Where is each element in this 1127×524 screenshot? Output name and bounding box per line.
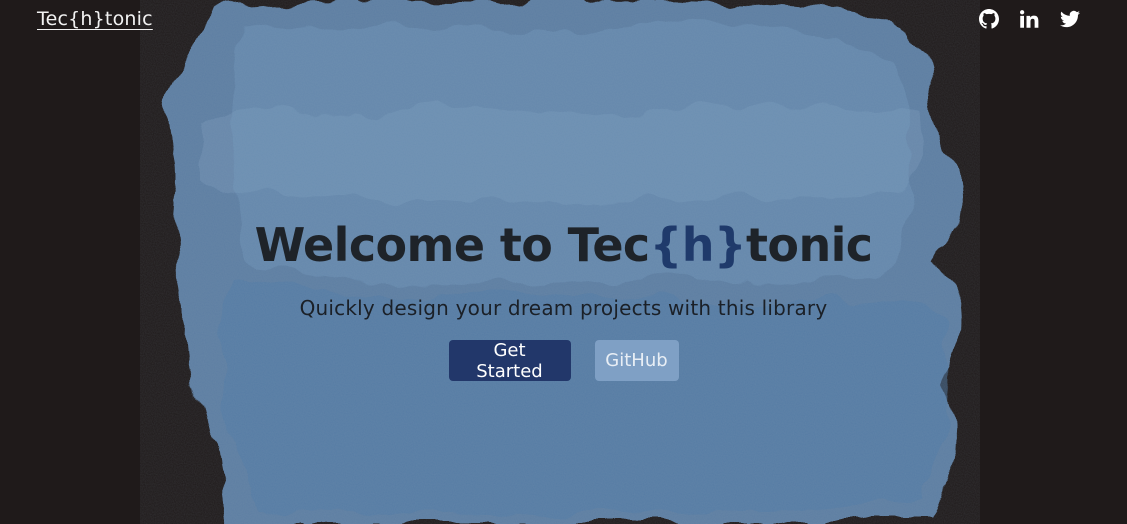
github-button[interactable]: GitHub: [594, 340, 679, 381]
hero-section: Welcome to Tec{h}tonic Quickly design yo…: [0, 214, 1127, 382]
brand-logo-link[interactable]: Tec{h}tonic: [37, 8, 153, 30]
top-navbar: Tec{h}tonic: [0, 0, 1127, 42]
twitter-icon[interactable]: [1060, 9, 1080, 29]
hero-title-suffix: tonic: [746, 218, 873, 272]
hero-buttons: Get Started GitHub: [0, 340, 1127, 382]
hero-title-prefix: Welcome to Tec: [254, 218, 651, 272]
get-started-button[interactable]: Get Started: [448, 340, 571, 382]
hero-subtitle: Quickly design your dream projects with …: [299, 296, 828, 320]
github-icon[interactable]: [979, 9, 999, 29]
linkedin-icon[interactable]: [1019, 9, 1039, 29]
landing-page: Tec{h}tonic Welcome to Tec{h}tonic Quick…: [0, 0, 1127, 524]
hero-title: Welcome to Tec{h}tonic: [0, 214, 1127, 276]
hero-title-accent: {h}: [649, 218, 747, 272]
